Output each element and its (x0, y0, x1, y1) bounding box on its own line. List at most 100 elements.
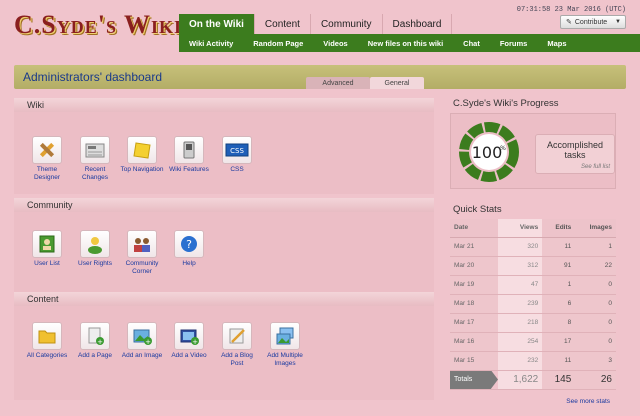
table-row: Mar 19 47 1 0 (450, 275, 616, 295)
tool-all-categories[interactable]: All Categories (24, 322, 70, 360)
subnav-random-page[interactable]: Random Page (243, 39, 313, 48)
svg-text:?: ? (186, 238, 192, 251)
wiki-section: Wiki Theme Designer Recent Changes Top N… (14, 98, 434, 194)
paintbrush-icon (32, 136, 62, 164)
address-book-icon (32, 230, 62, 258)
chevron-down-icon: ▼ (615, 19, 621, 25)
tool-label: Top Navigation (120, 166, 164, 173)
tool-add-video[interactable]: + Add a Video (166, 322, 212, 360)
tool-label: Add a Page (78, 352, 112, 359)
tool-add-blog-post[interactable]: Add a Blog Post (214, 322, 260, 367)
subnav-new-files[interactable]: New files on this wiki (358, 39, 453, 48)
progress-ring: 100 % (459, 122, 519, 182)
multiple-images-icon (270, 322, 300, 350)
utc-clock: 07:31:58 23 Mar 2016 (UTC) (516, 6, 626, 14)
accomplished-tasks-label: Accomplished tasks (546, 140, 604, 160)
tool-community-corner[interactable]: Community Corner (119, 230, 165, 275)
tab-dashboard[interactable]: Dashboard (382, 14, 453, 34)
col-images: Images (575, 219, 616, 238)
table-row: Mar 15 232 11 3 (450, 351, 616, 371)
subnav-wiki-activity[interactable]: Wiki Activity (179, 39, 243, 48)
svg-text:CSS: CSS (230, 147, 244, 155)
tool-add-multiple-images[interactable]: Add Multiple Images (262, 322, 308, 367)
tool-label: CSS (230, 166, 244, 173)
col-date: Date (450, 219, 498, 238)
subnav-forums[interactable]: Forums (490, 39, 538, 48)
tool-recent-changes[interactable]: Recent Changes (72, 136, 118, 181)
tool-wiki-features[interactable]: Wiki Features (166, 136, 212, 174)
tool-theme-designer[interactable]: Theme Designer (24, 136, 70, 181)
tool-label: Add a Blog Post (221, 352, 253, 367)
tool-label: Help (182, 260, 196, 267)
tool-label: User List (34, 260, 60, 267)
svg-text:+: + (192, 338, 198, 346)
subnav-maps[interactable]: Maps (537, 39, 576, 48)
quick-stats-table: Date Views Edits Images Mar 21 320 11 1 Mar… (450, 219, 616, 390)
see-full-list-link[interactable]: See full list (581, 164, 610, 170)
community-section: Community User List User Rights Communit… (14, 198, 434, 292)
add-image-icon: + (127, 322, 157, 350)
col-views: Views (498, 219, 543, 238)
col-edits: Edits (542, 219, 576, 238)
tool-label: Community Corner (125, 260, 159, 275)
help-icon: ? (174, 230, 204, 258)
tool-add-image[interactable]: + Add an Image (119, 322, 165, 360)
switch-icon (174, 136, 204, 164)
progress-title: C.Syde's Wiki's Progress (453, 98, 559, 109)
tool-label: Add Multiple Images (267, 352, 303, 367)
subnav-chat[interactable]: Chat (453, 39, 490, 48)
tool-user-list[interactable]: User List (24, 230, 70, 268)
tool-label: Theme Designer (33, 166, 60, 181)
dashboard-header: Administrators' dashboard Advanced Gener… (14, 65, 626, 89)
subnav-videos[interactable]: Videos (313, 39, 357, 48)
table-row: Mar 17 218 8 0 (450, 313, 616, 333)
tab-general[interactable]: General (370, 77, 424, 89)
tool-css[interactable]: CSS CSS (214, 136, 260, 174)
newspaper-icon (80, 136, 110, 164)
tab-on-the-wiki[interactable]: On the Wiki (179, 14, 255, 34)
tool-label: Recent Changes (81, 166, 109, 181)
totals-images: 26 (575, 370, 616, 390)
add-video-icon: + (174, 322, 204, 350)
admin-tools-panel: Wiki Theme Designer Recent Changes Top N… (14, 98, 434, 400)
tool-top-navigation[interactable]: Top Navigation (119, 136, 165, 174)
progress-module: 100 % Accomplished tasks See full list (450, 113, 616, 189)
table-row: Mar 20 312 91 22 (450, 256, 616, 276)
wiki-logo[interactable]: C.Syde's Wiki (14, 10, 182, 40)
tool-label: Add a Video (171, 352, 207, 359)
tab-community[interactable]: Community (310, 14, 383, 34)
contribute-button[interactable]: ✎ Contribute ▼ (560, 15, 626, 29)
tab-content[interactable]: Content (254, 14, 311, 34)
table-row: Mar 16 254 17 0 (450, 332, 616, 352)
contribute-label: Contribute (574, 18, 608, 26)
table-row: Mar 18 239 6 0 (450, 294, 616, 314)
totals-row: Totals 1,622 145 26 (450, 370, 616, 390)
sub-navigation: Wiki Activity Random Page Videos New fil… (179, 34, 640, 52)
totals-label: Totals (450, 370, 498, 389)
progress-percent-sign: % (500, 145, 506, 152)
tool-add-page[interactable]: + Add a Page (72, 322, 118, 360)
quick-stats-title: Quick Stats (453, 204, 502, 215)
svg-text:+: + (145, 338, 151, 346)
see-more-stats-link[interactable]: See more stats (450, 398, 626, 405)
blog-post-icon (222, 322, 252, 350)
progress-percent: 100 (472, 143, 503, 162)
totals-views: 1,622 (498, 370, 543, 390)
page-title: Administrators' dashboard (23, 70, 163, 84)
tool-label: Wiki Features (169, 166, 209, 173)
section-title-wiki: Wiki (14, 98, 434, 112)
css-icon: CSS (222, 136, 252, 164)
section-title-content: Content (14, 292, 434, 306)
tool-label: User Rights (78, 260, 112, 267)
tab-advanced[interactable]: Advanced (306, 77, 370, 89)
totals-edits: 145 (542, 370, 576, 390)
folder-icon (32, 322, 62, 350)
section-title-community: Community (14, 198, 434, 212)
pencil-icon: ✎ (566, 19, 572, 26)
tool-label: Add an Image (121, 352, 163, 359)
tool-user-rights[interactable]: User Rights (72, 230, 118, 268)
main-nav-tabs: On the Wiki Content Community Dashboard (179, 14, 453, 34)
tool-help[interactable]: ? Help (166, 230, 212, 268)
group-icon (127, 230, 157, 258)
svg-text:+: + (97, 338, 103, 346)
